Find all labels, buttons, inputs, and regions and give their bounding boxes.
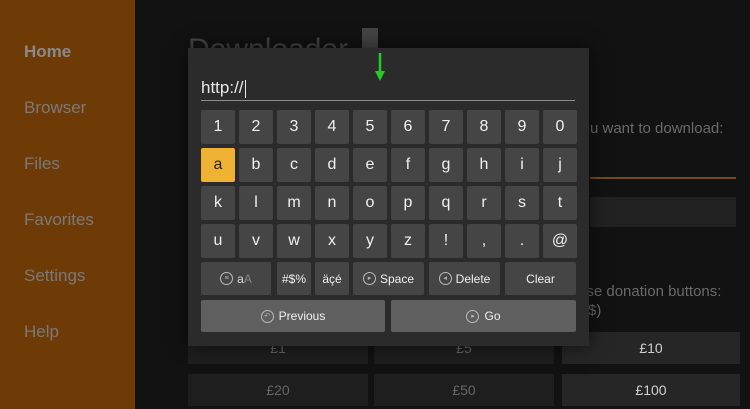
sidebar-item-files[interactable]: Files bbox=[24, 154, 60, 174]
play-pause-button-icon: ▸ bbox=[362, 272, 376, 285]
donation-button[interactable]: £100 bbox=[562, 374, 740, 406]
key-6[interactable]: 6 bbox=[391, 110, 425, 144]
key-7[interactable]: 7 bbox=[429, 110, 463, 144]
key-u[interactable]: u bbox=[201, 224, 235, 258]
key-at[interactable]: @ bbox=[543, 224, 577, 258]
case-toggle-key[interactable]: ≡ aA bbox=[201, 262, 271, 295]
key-q[interactable]: q bbox=[429, 186, 463, 220]
case-lower-label: a bbox=[237, 271, 244, 286]
back-button-icon: ↶ bbox=[260, 309, 274, 323]
key-e[interactable]: e bbox=[353, 148, 387, 182]
key-9[interactable]: 9 bbox=[505, 110, 539, 144]
case-upper-label: A bbox=[243, 271, 252, 286]
key-comma[interactable]: , bbox=[467, 224, 501, 258]
key-j[interactable]: j bbox=[543, 148, 577, 182]
key-3[interactable]: 3 bbox=[277, 110, 311, 144]
sidebar-item-help[interactable]: Help bbox=[24, 322, 59, 342]
key-z[interactable]: z bbox=[391, 224, 425, 258]
space-key[interactable]: ▸ Space bbox=[353, 262, 424, 295]
space-key-label: Space bbox=[379, 271, 415, 286]
key-c[interactable]: c bbox=[277, 148, 311, 182]
url-field-underline bbox=[590, 177, 736, 179]
menu-button-icon: ≡ bbox=[220, 272, 234, 285]
key-1[interactable]: 1 bbox=[201, 110, 235, 144]
go-button-label: Go bbox=[484, 309, 501, 323]
key-g[interactable]: g bbox=[429, 148, 463, 182]
key-f[interactable]: f bbox=[391, 148, 425, 182]
sidebar-item-favorites[interactable]: Favorites bbox=[24, 210, 94, 230]
url-input-value: http:// bbox=[201, 78, 244, 97]
key-r[interactable]: r bbox=[467, 186, 501, 220]
symbols-key[interactable]: #$% bbox=[277, 262, 311, 295]
key-x[interactable]: x bbox=[315, 224, 349, 258]
key-2[interactable]: 2 bbox=[239, 110, 273, 144]
donation-prompt-text-line2: $) bbox=[588, 302, 602, 319]
clear-key[interactable]: Clear bbox=[505, 262, 576, 295]
delete-key-label: Delete bbox=[455, 271, 491, 286]
key-k[interactable]: k bbox=[201, 186, 235, 220]
key-b[interactable]: b bbox=[239, 148, 273, 182]
on-screen-keyboard: http:// ≡ aA #$% äçé ▸ Space ◂ Delete Cl… bbox=[188, 48, 589, 346]
download-prompt-text: u want to download: bbox=[590, 120, 724, 137]
key-5[interactable]: 5 bbox=[353, 110, 387, 144]
key-h[interactable]: h bbox=[467, 148, 501, 182]
sidebar-item-settings[interactable]: Settings bbox=[24, 266, 85, 286]
key-l[interactable]: l bbox=[239, 186, 273, 220]
key-o[interactable]: o bbox=[353, 186, 387, 220]
key-4[interactable]: 4 bbox=[315, 110, 349, 144]
key-m[interactable]: m bbox=[277, 186, 311, 220]
key-v[interactable]: v bbox=[239, 224, 273, 258]
key-s[interactable]: s bbox=[505, 186, 539, 220]
rewind-button-icon: ◂ bbox=[438, 272, 452, 285]
key-w[interactable]: w bbox=[277, 224, 311, 258]
key-y[interactable]: y bbox=[353, 224, 387, 258]
key-i[interactable]: i bbox=[505, 148, 539, 182]
sidebar-item-browser[interactable]: Browser bbox=[24, 98, 86, 118]
previous-button[interactable]: ↶ Previous bbox=[201, 300, 385, 332]
key-period[interactable]: . bbox=[505, 224, 539, 258]
url-input[interactable]: http:// bbox=[201, 76, 575, 101]
key-t[interactable]: t bbox=[543, 186, 577, 220]
text-caret bbox=[244, 79, 246, 98]
donation-prompt-text: ase donation buttons: bbox=[578, 283, 722, 300]
play-pause-button-icon: ▸ bbox=[466, 309, 480, 323]
accents-key[interactable]: äçé bbox=[315, 262, 349, 295]
sidebar: Home Browser Files Favorites Settings He… bbox=[0, 0, 135, 409]
key-0[interactable]: 0 bbox=[543, 110, 577, 144]
key-p[interactable]: p bbox=[391, 186, 425, 220]
key-d[interactable]: d bbox=[315, 148, 349, 182]
go-button[interactable]: ▸ Go bbox=[391, 300, 576, 332]
key-a[interactable]: a bbox=[201, 148, 235, 182]
key-8[interactable]: 8 bbox=[467, 110, 501, 144]
key-exclamation[interactable]: ! bbox=[429, 224, 463, 258]
donation-button[interactable]: £20 bbox=[188, 374, 368, 406]
donation-button[interactable]: £50 bbox=[374, 374, 554, 406]
go-button-background bbox=[590, 197, 736, 227]
previous-button-label: Previous bbox=[278, 309, 326, 323]
delete-key[interactable]: ◂ Delete bbox=[429, 262, 500, 295]
key-n[interactable]: n bbox=[315, 186, 349, 220]
sidebar-item-home[interactable]: Home bbox=[24, 42, 71, 62]
